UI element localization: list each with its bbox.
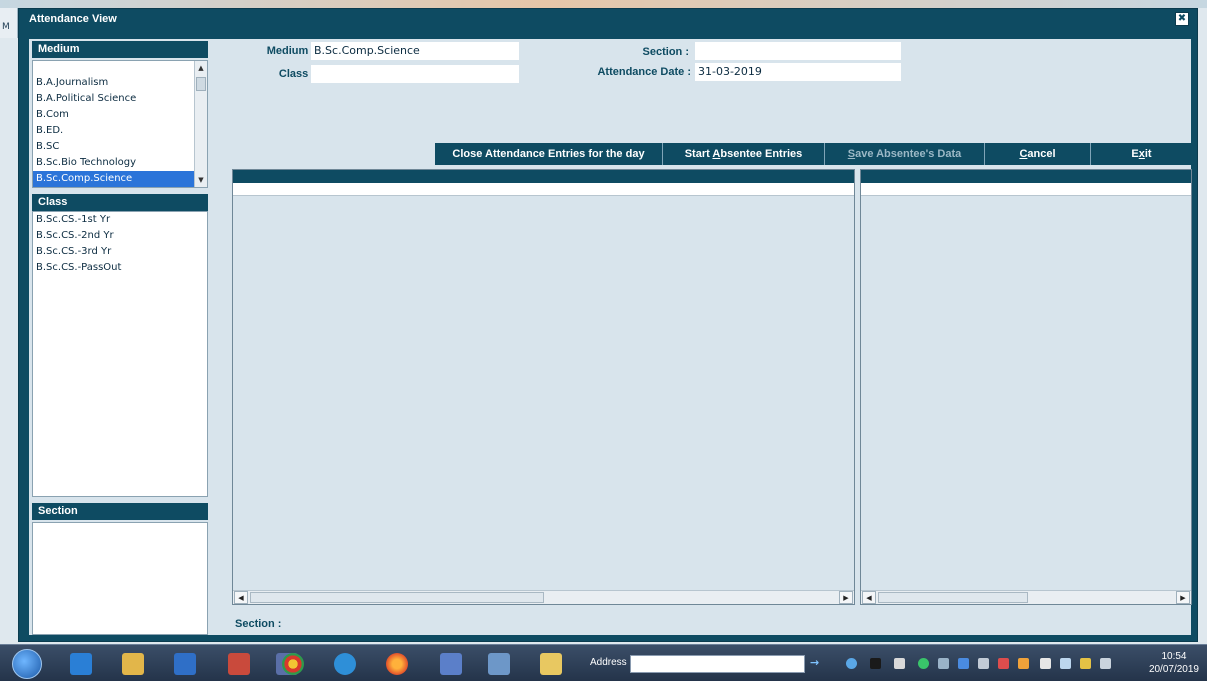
clock-time: 10:54 [1161,651,1187,662]
file-explorer-icon[interactable] [122,653,144,675]
internet-explorer-icon[interactable] [70,653,92,675]
save-absentee-mnemonic: S [847,148,856,160]
start-absentee-entries-button[interactable]: Start Absentee Entries [663,143,825,165]
absentees-grid-header [861,170,1191,183]
class-label: Class : [278,68,315,80]
medium-field[interactable]: B.Sc.Comp.Science [311,42,519,60]
scroll-left-arrow-icon[interactable]: ◀ [234,591,248,604]
tray-icon[interactable] [978,658,989,669]
section-panel-header: Section [32,503,208,520]
taskbar-clock[interactable]: 10:54 20/07/2019 [1149,650,1199,676]
tray-icon[interactable] [1080,658,1091,669]
exit-button[interactable]: Exit [1091,143,1192,165]
save-absentee-data-button[interactable]: Save Absentee's Data [825,143,985,165]
class-listbox[interactable]: B.Sc.CS.-1st Yr B.Sc.CS.-2nd Yr B.Sc.CS.-3… [32,211,208,497]
action-toolbar: Close Attendance Entries for the day Sta… [435,143,1192,165]
medium-list-item[interactable]: B.Com [33,107,207,123]
exit-label-part1: E [1131,148,1139,160]
cancel-label: ancel [1027,148,1056,160]
class-field[interactable] [311,65,519,83]
address-label: Address [590,657,627,668]
scroll-thumb[interactable] [196,77,206,91]
tray-icon[interactable] [918,658,929,669]
volume-icon[interactable] [1040,658,1051,669]
exit-label-part2: it [1144,148,1152,160]
medium-list-item[interactable]: B.SC [33,139,207,155]
students-grid-row[interactable] [233,183,854,196]
students-grid-header [233,170,854,183]
app-icon[interactable] [334,653,356,675]
address-go-icon[interactable]: → [810,656,830,672]
document-app-icon[interactable] [228,653,250,675]
tray-icon[interactable] [1018,658,1029,669]
background-app-label: M [2,22,10,32]
background-app-edge: M [0,8,18,38]
tray-icon[interactable] [958,658,969,669]
clock-date: 20/07/2019 [1148,664,1199,675]
attendance-date-label: Attendance Date : [597,66,691,78]
medium-list-item[interactable]: B.Sc.Bio Technology [33,155,207,171]
tray-icon[interactable] [938,658,949,669]
section-field[interactable] [695,42,901,60]
action-center-icon[interactable] [1100,658,1111,669]
medium-listbox[interactable]: B.A.Journalism B.A.Political Science B.Com… [32,60,208,188]
medium-list-item[interactable]: B.A.Journalism [33,75,207,91]
window-title: Attendance View [29,13,117,25]
word-icon[interactable] [440,653,462,675]
medium-panel-header: Medium [32,41,208,58]
absentees-grid[interactable]: ◀ ▶ [860,169,1192,605]
tray-icon[interactable] [894,658,905,669]
medium-list-item[interactable]: B.A.Political Science [33,91,207,107]
section-listbox[interactable] [32,522,208,635]
class-list-item[interactable]: B.Sc.CS.-PassOut [33,260,207,276]
scroll-down-arrow-icon[interactable]: ▼ [195,174,207,186]
attendance-date-field[interactable]: 31-03-2019 [695,63,901,81]
medium-list-item[interactable]: B.ED. [33,123,207,139]
absentees-grid-row[interactable] [861,183,1191,196]
media-player-icon[interactable] [174,653,196,675]
status-section-label: Section : [235,618,282,630]
section-label: Section : [642,46,689,58]
class-panel-header: Class [32,194,208,211]
class-list-item[interactable]: B.Sc.CS.-3rd Yr [33,244,207,260]
close-attendance-entries-button[interactable]: Close Attendance Entries for the day [435,143,663,165]
start-button-icon[interactable] [12,649,42,679]
close-window-button[interactable]: ✖ [1175,12,1189,26]
firefox-icon[interactable] [386,653,408,675]
medium-list-item[interactable]: B.Sc.Comp.Science [33,171,207,187]
desktop-background [0,0,1207,8]
scroll-right-arrow-icon[interactable]: ▶ [839,591,853,604]
students-grid[interactable]: ◀ ▶ [232,169,855,605]
absentees-grid-hscrollbar[interactable]: ◀ ▶ [861,590,1191,604]
network-icon[interactable] [1060,658,1071,669]
scroll-thumb[interactable] [878,592,1028,603]
cancel-button[interactable]: Cancel [985,143,1091,165]
chrome-icon[interactable] [282,653,304,675]
scroll-up-arrow-icon[interactable]: ▲ [195,62,207,74]
help-icon[interactable] [846,658,857,669]
windows-taskbar: Address → 10:54 20/07/2019 [0,644,1207,681]
mail-icon[interactable] [540,653,562,675]
class-list-item[interactable]: B.Sc.CS.-2nd Yr [33,228,207,244]
scroll-thumb[interactable] [250,592,544,603]
start-absentee-label-part1: Start [684,148,713,160]
window-client-area: Medium B.A.Journalism B.A.Political Scien… [29,39,1192,635]
class-list-item[interactable]: B.Sc.CS.-1st Yr [33,212,207,228]
tray-icon[interactable] [870,658,881,669]
start-absentee-label-part2: bsentee Entries [720,148,803,160]
save-absentee-label: ave Absentee's Data [855,148,962,160]
address-input[interactable] [630,655,805,673]
scroll-left-arrow-icon[interactable]: ◀ [862,591,876,604]
students-grid-hscrollbar[interactable]: ◀ ▶ [233,590,854,604]
medium-list-scrollbar[interactable]: ▲ ▼ [194,61,207,187]
medium-label: Medium : [266,45,315,57]
tray-icon[interactable] [998,658,1009,669]
scroll-right-arrow-icon[interactable]: ▶ [1176,591,1190,604]
attendance-view-window: Attendance View ✖ Medium B.A.Journalism B… [18,8,1198,642]
app-icon[interactable] [488,653,510,675]
